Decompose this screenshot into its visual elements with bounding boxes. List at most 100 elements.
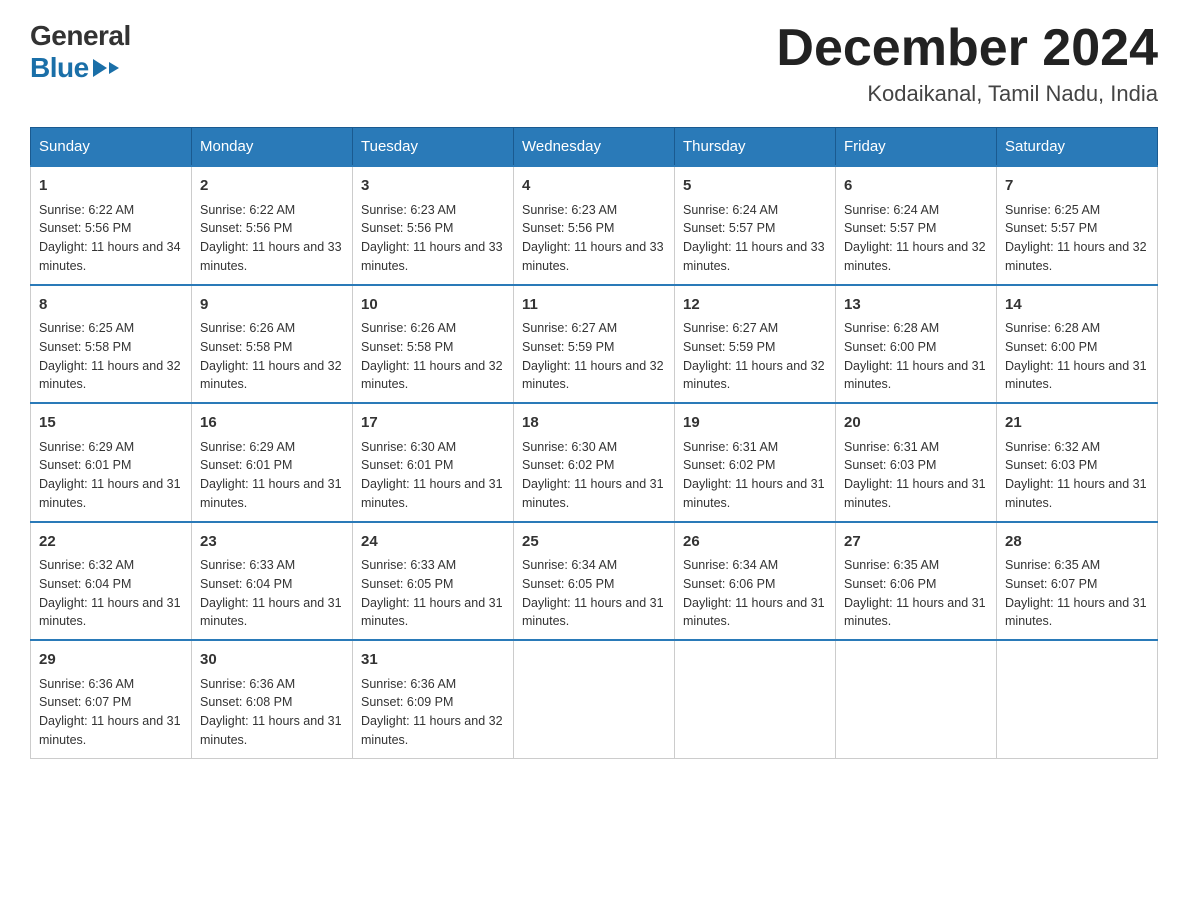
day-number: 29 — [39, 649, 183, 672]
day-number: 3 — [361, 175, 505, 198]
table-row: 18 Sunrise: 6:30 AM Sunset: 6:02 PM Dayl… — [514, 403, 675, 522]
sunrise-label: Sunrise: 6:33 AM — [200, 558, 295, 572]
logo-blue-text: Blue — [30, 52, 119, 84]
table-row: 27 Sunrise: 6:35 AM Sunset: 6:06 PM Dayl… — [836, 522, 997, 641]
table-row: 11 Sunrise: 6:27 AM Sunset: 5:59 PM Dayl… — [514, 285, 675, 404]
daylight-label: Daylight: 11 hours and 31 minutes. — [200, 714, 342, 747]
daylight-label: Daylight: 11 hours and 32 minutes. — [200, 359, 342, 392]
daylight-label: Daylight: 11 hours and 31 minutes. — [1005, 477, 1147, 510]
calendar-header-row: Sunday Monday Tuesday Wednesday Thursday… — [31, 128, 1158, 167]
daylight-label: Daylight: 11 hours and 33 minutes. — [522, 240, 664, 273]
sunrise-label: Sunrise: 6:24 AM — [844, 203, 939, 217]
sunrise-label: Sunrise: 6:34 AM — [522, 558, 617, 572]
daylight-label: Daylight: 11 hours and 31 minutes. — [683, 596, 825, 629]
sunset-label: Sunset: 5:56 PM — [200, 221, 292, 235]
daylight-label: Daylight: 11 hours and 31 minutes. — [1005, 359, 1147, 392]
table-row: 14 Sunrise: 6:28 AM Sunset: 6:00 PM Dayl… — [997, 285, 1158, 404]
day-number: 11 — [522, 294, 666, 317]
table-row: 31 Sunrise: 6:36 AM Sunset: 6:09 PM Dayl… — [353, 640, 514, 758]
day-number: 4 — [522, 175, 666, 198]
sunrise-label: Sunrise: 6:31 AM — [844, 440, 939, 454]
table-row: 9 Sunrise: 6:26 AM Sunset: 5:58 PM Dayli… — [192, 285, 353, 404]
sunrise-label: Sunrise: 6:27 AM — [522, 321, 617, 335]
calendar-week-row: 29 Sunrise: 6:36 AM Sunset: 6:07 PM Dayl… — [31, 640, 1158, 758]
sunset-label: Sunset: 6:03 PM — [1005, 458, 1097, 472]
sunset-label: Sunset: 5:59 PM — [683, 340, 775, 354]
sunset-label: Sunset: 6:04 PM — [39, 577, 131, 591]
sunset-label: Sunset: 5:59 PM — [522, 340, 614, 354]
day-number: 19 — [683, 412, 827, 435]
table-row — [514, 640, 675, 758]
header-thursday: Thursday — [675, 128, 836, 167]
daylight-label: Daylight: 11 hours and 32 minutes. — [361, 359, 503, 392]
sunset-label: Sunset: 6:04 PM — [200, 577, 292, 591]
table-row: 29 Sunrise: 6:36 AM Sunset: 6:07 PM Dayl… — [31, 640, 192, 758]
table-row: 13 Sunrise: 6:28 AM Sunset: 6:00 PM Dayl… — [836, 285, 997, 404]
table-row: 26 Sunrise: 6:34 AM Sunset: 6:06 PM Dayl… — [675, 522, 836, 641]
sunset-label: Sunset: 5:58 PM — [361, 340, 453, 354]
sunset-label: Sunset: 6:09 PM — [361, 695, 453, 709]
daylight-label: Daylight: 11 hours and 32 minutes. — [361, 714, 503, 747]
daylight-label: Daylight: 11 hours and 31 minutes. — [844, 359, 986, 392]
table-row: 10 Sunrise: 6:26 AM Sunset: 5:58 PM Dayl… — [353, 285, 514, 404]
sunrise-label: Sunrise: 6:29 AM — [200, 440, 295, 454]
header-tuesday: Tuesday — [353, 128, 514, 167]
table-row: 22 Sunrise: 6:32 AM Sunset: 6:04 PM Dayl… — [31, 522, 192, 641]
sunset-label: Sunset: 6:06 PM — [683, 577, 775, 591]
daylight-label: Daylight: 11 hours and 31 minutes. — [361, 477, 503, 510]
sunrise-label: Sunrise: 6:32 AM — [39, 558, 134, 572]
sunrise-label: Sunrise: 6:35 AM — [1005, 558, 1100, 572]
sunset-label: Sunset: 6:06 PM — [844, 577, 936, 591]
sunrise-label: Sunrise: 6:34 AM — [683, 558, 778, 572]
day-number: 16 — [200, 412, 344, 435]
day-number: 13 — [844, 294, 988, 317]
table-row: 6 Sunrise: 6:24 AM Sunset: 5:57 PM Dayli… — [836, 166, 997, 285]
sunset-label: Sunset: 6:01 PM — [200, 458, 292, 472]
header-wednesday: Wednesday — [514, 128, 675, 167]
daylight-label: Daylight: 11 hours and 32 minutes. — [683, 359, 825, 392]
table-row: 28 Sunrise: 6:35 AM Sunset: 6:07 PM Dayl… — [997, 522, 1158, 641]
day-number: 7 — [1005, 175, 1149, 198]
day-number: 27 — [844, 531, 988, 554]
day-number: 6 — [844, 175, 988, 198]
day-number: 17 — [361, 412, 505, 435]
sunrise-label: Sunrise: 6:23 AM — [361, 203, 456, 217]
sunset-label: Sunset: 5:57 PM — [844, 221, 936, 235]
day-number: 24 — [361, 531, 505, 554]
table-row: 4 Sunrise: 6:23 AM Sunset: 5:56 PM Dayli… — [514, 166, 675, 285]
calendar-week-row: 15 Sunrise: 6:29 AM Sunset: 6:01 PM Dayl… — [31, 403, 1158, 522]
day-number: 30 — [200, 649, 344, 672]
logo-general-text: General — [30, 20, 131, 52]
sunrise-label: Sunrise: 6:31 AM — [683, 440, 778, 454]
sunset-label: Sunset: 6:01 PM — [39, 458, 131, 472]
location-subtitle: Kodaikanal, Tamil Nadu, India — [776, 81, 1158, 107]
daylight-label: Daylight: 11 hours and 31 minutes. — [39, 477, 181, 510]
day-number: 26 — [683, 531, 827, 554]
sunset-label: Sunset: 5:56 PM — [39, 221, 131, 235]
sunset-label: Sunset: 6:05 PM — [522, 577, 614, 591]
table-row: 7 Sunrise: 6:25 AM Sunset: 5:57 PM Dayli… — [997, 166, 1158, 285]
sunset-label: Sunset: 6:07 PM — [39, 695, 131, 709]
table-row: 2 Sunrise: 6:22 AM Sunset: 5:56 PM Dayli… — [192, 166, 353, 285]
sunset-label: Sunset: 5:56 PM — [361, 221, 453, 235]
day-number: 21 — [1005, 412, 1149, 435]
sunrise-label: Sunrise: 6:36 AM — [200, 677, 295, 691]
sunset-label: Sunset: 6:08 PM — [200, 695, 292, 709]
table-row: 8 Sunrise: 6:25 AM Sunset: 5:58 PM Dayli… — [31, 285, 192, 404]
table-row: 23 Sunrise: 6:33 AM Sunset: 6:04 PM Dayl… — [192, 522, 353, 641]
sunset-label: Sunset: 6:00 PM — [1005, 340, 1097, 354]
sunrise-label: Sunrise: 6:23 AM — [522, 203, 617, 217]
sunset-label: Sunset: 6:05 PM — [361, 577, 453, 591]
table-row — [836, 640, 997, 758]
daylight-label: Daylight: 11 hours and 31 minutes. — [39, 596, 181, 629]
daylight-label: Daylight: 11 hours and 33 minutes. — [683, 240, 825, 273]
day-number: 23 — [200, 531, 344, 554]
calendar-week-row: 1 Sunrise: 6:22 AM Sunset: 5:56 PM Dayli… — [31, 166, 1158, 285]
sunset-label: Sunset: 6:02 PM — [522, 458, 614, 472]
daylight-label: Daylight: 11 hours and 31 minutes. — [522, 596, 664, 629]
table-row: 5 Sunrise: 6:24 AM Sunset: 5:57 PM Dayli… — [675, 166, 836, 285]
daylight-label: Daylight: 11 hours and 31 minutes. — [39, 714, 181, 747]
sunrise-label: Sunrise: 6:26 AM — [200, 321, 295, 335]
sunset-label: Sunset: 6:02 PM — [683, 458, 775, 472]
table-row: 30 Sunrise: 6:36 AM Sunset: 6:08 PM Dayl… — [192, 640, 353, 758]
